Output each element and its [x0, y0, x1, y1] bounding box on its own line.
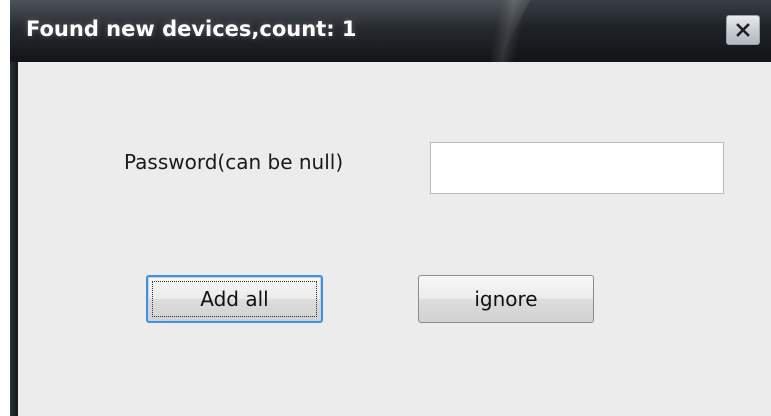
title-bar[interactable]: Found new devices,count: 1 [10, 0, 771, 62]
close-button[interactable] [726, 15, 760, 45]
ignore-label: ignore [474, 287, 538, 311]
add-all-label: Add all [200, 287, 269, 311]
ignore-button[interactable]: ignore [418, 275, 594, 323]
window-frame-left [10, 62, 18, 416]
password-input[interactable] [430, 142, 724, 194]
dialog-content: Password(can be null) Add all ignore [18, 62, 771, 416]
add-all-button[interactable]: Add all [146, 275, 323, 323]
dialog-window: Found new devices,count: 1 Password(can … [10, 0, 771, 416]
window-title: Found new devices,count: 1 [26, 17, 357, 41]
close-icon [736, 23, 750, 37]
password-label: Password(can be null) [124, 150, 344, 174]
